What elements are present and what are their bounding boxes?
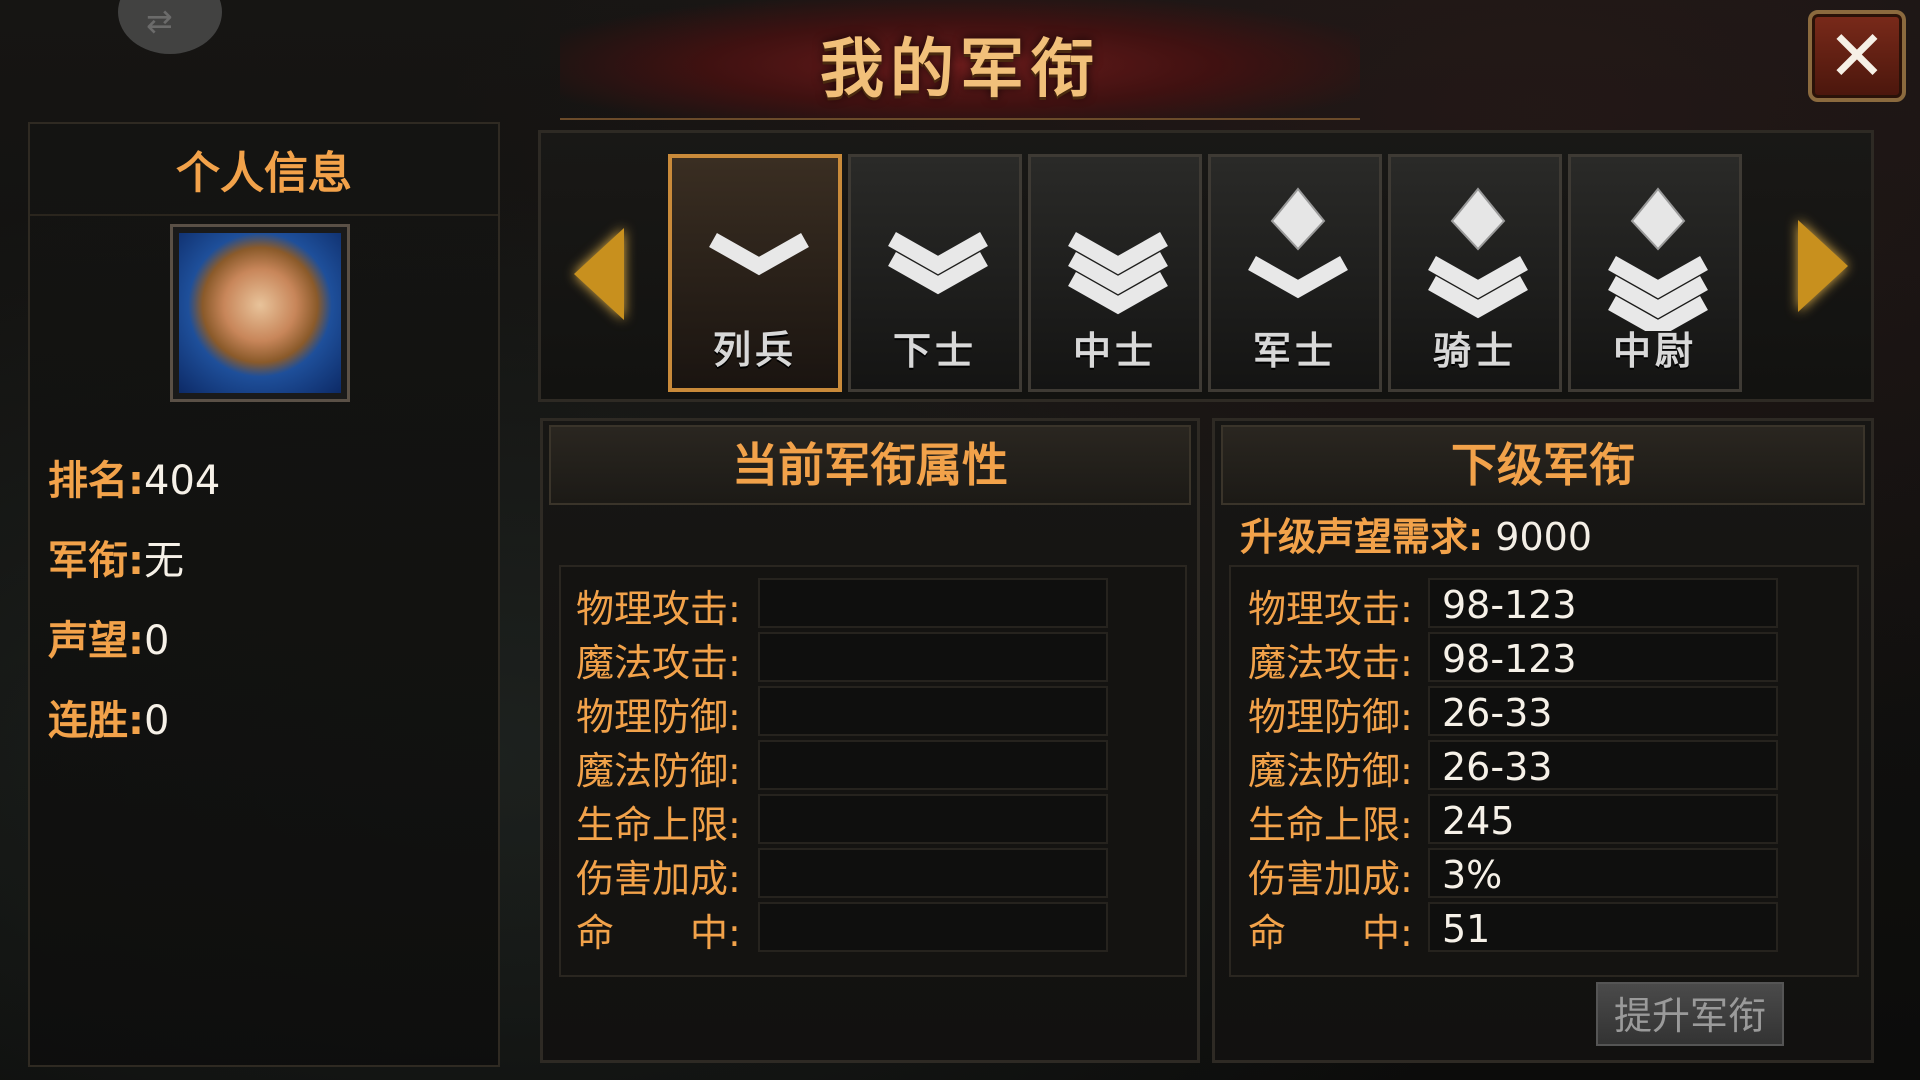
info-row-military-rank: 军衔:无 [48,528,184,586]
stat-value [758,902,1108,952]
stat-label: 生命上限: [576,803,741,847]
current-rank-heading: 当前军衔属性 [549,425,1191,505]
rank-name: 列兵 [712,328,797,372]
stat-label: 命 中: [576,911,741,955]
rank-insignia-icon [1428,187,1528,319]
rank-card[interactable]: 列兵 [668,154,842,392]
rank-name: 中尉 [1612,329,1697,373]
stat-value: 98-123 [1428,632,1778,682]
arrow-left-icon[interactable] [574,228,624,320]
avatar-frame [170,224,350,402]
next-rank-heading: 下级军衔 [1221,425,1865,505]
stat-value: 26-33 [1428,740,1778,790]
rank-insignia-icon [888,232,988,295]
rank-card[interactable]: 中士 [1028,154,1202,392]
stat-value [758,578,1108,628]
upgrade-rank-button[interactable]: 提升军衔 [1596,982,1784,1046]
stat-label: 物理攻击: [576,587,741,631]
stat-value: 245 [1428,794,1778,844]
info-value: 0 [144,698,170,744]
rank-name: 骑士 [1432,329,1517,373]
stat-value: 51 [1428,902,1778,952]
rank-insignia-icon [1248,187,1348,299]
stat-label: 魔法防御: [576,749,741,793]
close-icon: ✕ [1827,15,1887,97]
stat-label: 物理防御: [576,695,741,739]
close-button[interactable]: ✕ [1808,10,1906,102]
rank-insignia-icon [1068,232,1168,315]
info-value: 无 [144,538,184,584]
requirement-label: 升级声望需求: [1240,515,1484,559]
rank-insignia-icon [709,233,809,276]
swap-icon: ⇄ [146,2,173,40]
info-row-win-streak: 连胜:0 [48,688,169,746]
stat-label: 命 中: [1248,911,1413,955]
personal-info-panel: 个人信息 [28,122,500,1067]
stat-label: 伤害加成: [1248,857,1413,901]
stat-label: 物理攻击: [1248,587,1413,631]
rank-card[interactable]: 军士 [1208,154,1382,392]
info-row-rank: 排名:404 [48,448,220,506]
stat-label: 生命上限: [1248,803,1413,847]
info-label: 声望: [48,618,144,664]
arrow-right-icon[interactable] [1798,220,1848,312]
rank-name: 下士 [892,329,977,373]
stat-value [758,794,1108,844]
rank-name: 军士 [1252,329,1337,373]
stat-value: 26-33 [1428,686,1778,736]
stat-label: 魔法攻击: [576,641,741,685]
stat-value [758,632,1108,682]
stat-label: 伤害加成: [576,857,741,901]
rank-name: 中士 [1072,329,1157,373]
avatar [179,233,341,393]
rank-insignia-icon [1608,187,1708,331]
stat-value [758,848,1108,898]
info-label: 军衔: [48,538,144,584]
info-row-reputation: 声望:0 [48,608,169,666]
stat-label: 物理防御: [1248,695,1413,739]
info-label: 连胜: [48,698,144,744]
rank-card[interactable]: 中尉 [1568,154,1742,392]
stat-label: 魔法攻击: [1248,641,1413,685]
stat-value [758,686,1108,736]
personal-info-heading: 个人信息 [30,134,498,216]
page-title: 我的军衔 [820,33,1100,107]
info-value: 404 [144,458,221,504]
upgrade-requirement: 升级声望需求: 9000 [1240,506,1592,561]
rank-card[interactable]: 下士 [848,154,1022,392]
title-banner: 我的军衔 [560,0,1360,120]
stat-value [758,740,1108,790]
stat-value: 98-123 [1428,578,1778,628]
stat-value: 3% [1428,848,1778,898]
stat-label: 魔法防御: [1248,749,1413,793]
requirement-value: 9000 [1495,515,1593,559]
info-value: 0 [144,618,170,664]
info-label: 排名: [48,458,144,504]
rank-card[interactable]: 骑士 [1388,154,1562,392]
